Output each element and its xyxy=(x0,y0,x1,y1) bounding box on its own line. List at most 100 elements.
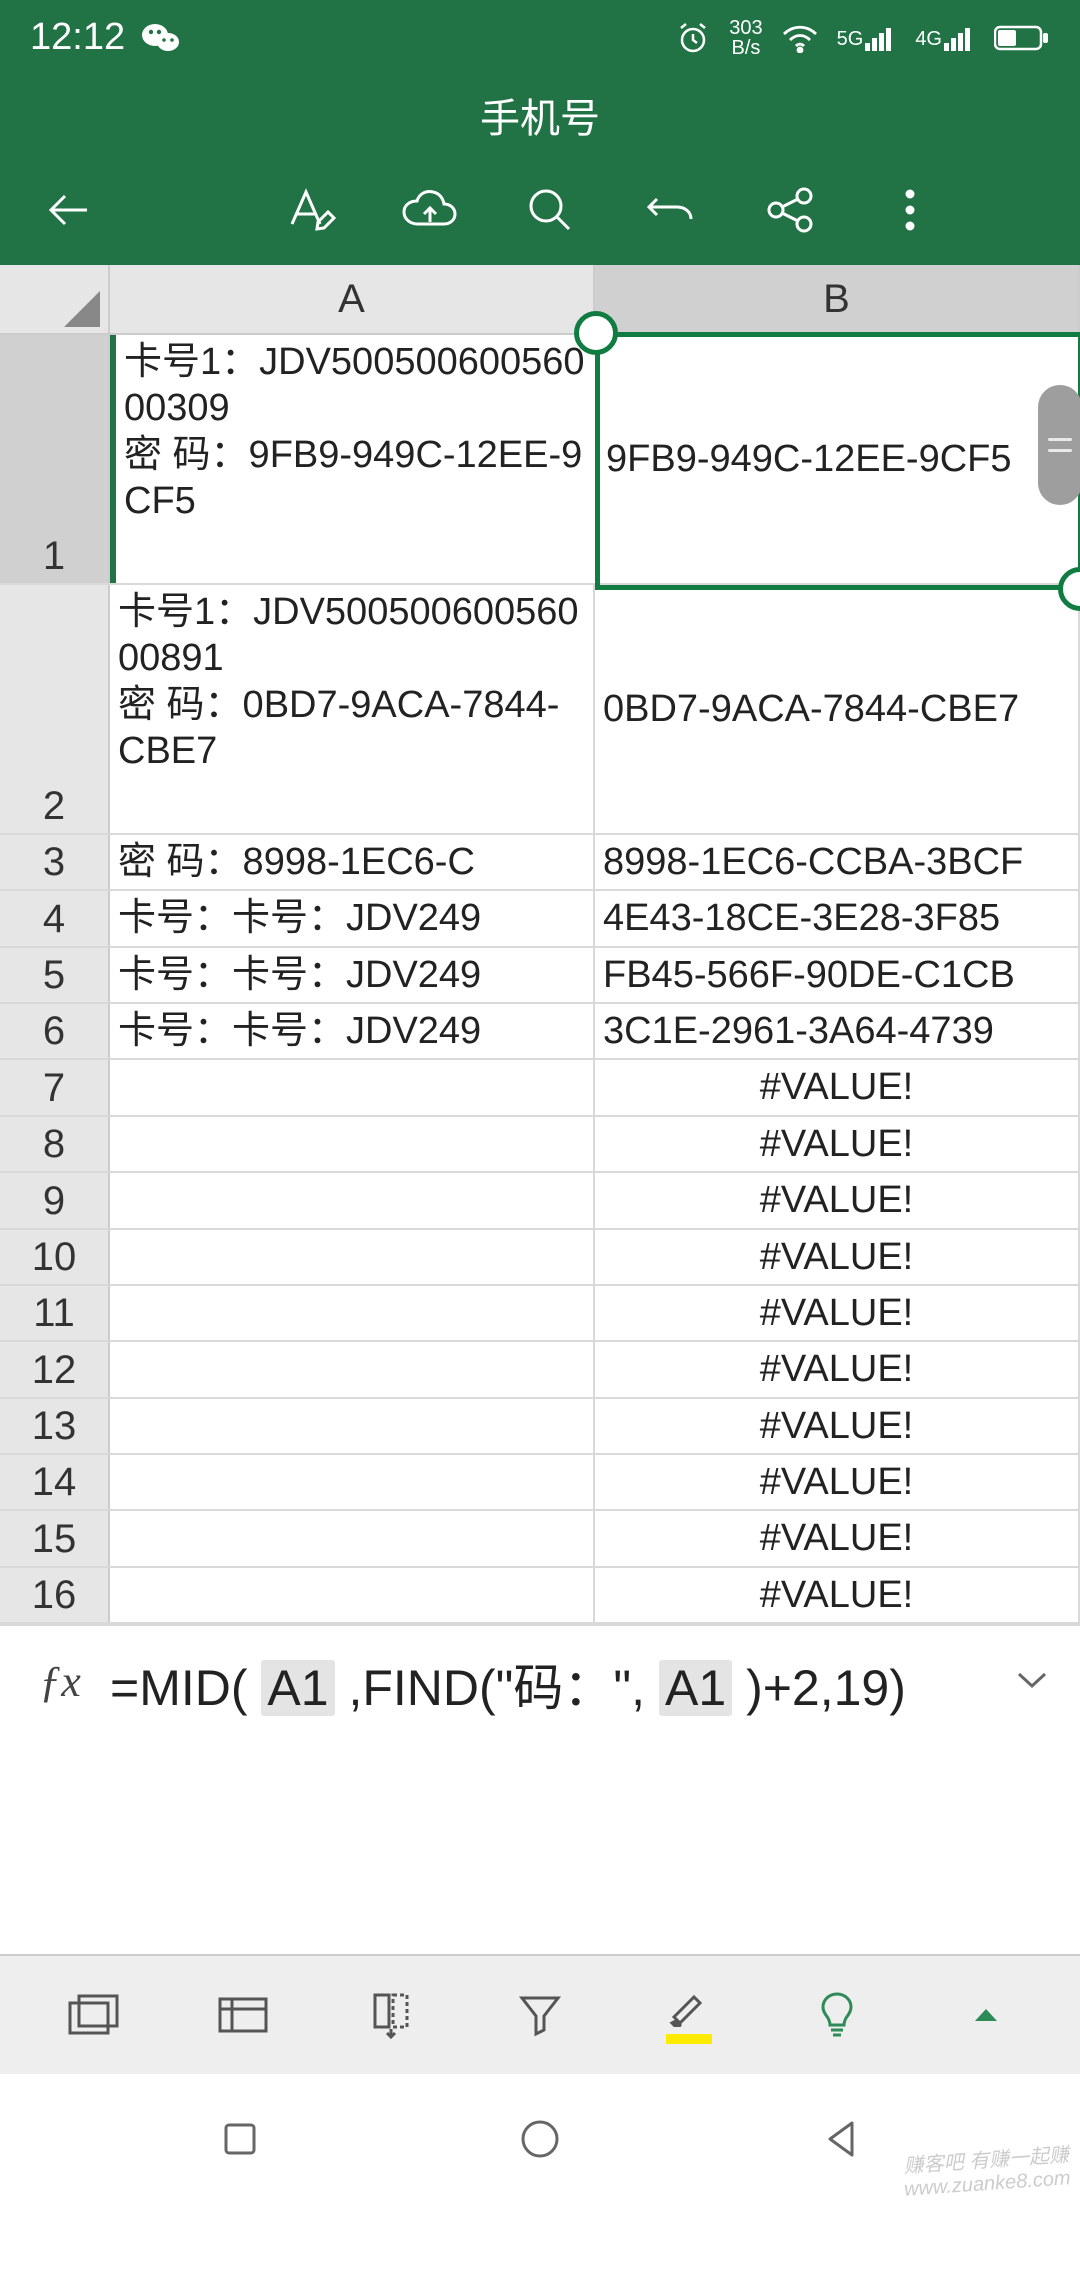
back-button[interactable] xyxy=(10,155,130,265)
table-row: 14 #VALUE! xyxy=(0,1455,1080,1511)
column-header-b[interactable]: B xyxy=(595,265,1080,333)
view-button[interactable] xyxy=(183,1965,303,2065)
cell[interactable]: 卡号1：JDV50050060056000309 密 码：9FB9-949C-1… xyxy=(110,335,598,583)
cell[interactable]: 3C1E-2961-3A64-4739 xyxy=(595,1004,1080,1058)
cell[interactable]: 0BD7-9ACA-7844-CBE7 xyxy=(595,585,1080,833)
expand-up-button[interactable] xyxy=(926,1965,1046,2065)
cell[interactable]: #VALUE! xyxy=(595,1455,1080,1509)
row-header[interactable]: 10 xyxy=(0,1230,110,1284)
cell[interactable]: 密 码：8998-1EC6-C xyxy=(110,835,595,889)
cell[interactable] xyxy=(110,1399,595,1453)
cell[interactable]: #VALUE! xyxy=(595,1286,1080,1340)
row-header[interactable]: 1 xyxy=(0,335,110,583)
cell[interactable]: 9FB9-949C-12EE-9CF5 xyxy=(598,335,1080,583)
cell[interactable]: #VALUE! xyxy=(595,1173,1080,1227)
table-row: 7 #VALUE! xyxy=(0,1060,1080,1116)
undo-button[interactable] xyxy=(610,155,730,265)
row-header[interactable]: 15 xyxy=(0,1511,110,1565)
cell[interactable] xyxy=(110,1173,595,1227)
selection-handle-tl[interactable] xyxy=(574,311,618,355)
column-header-a[interactable]: A xyxy=(110,265,595,333)
cell[interactable]: #VALUE! xyxy=(595,1511,1080,1565)
row-header[interactable]: 12 xyxy=(0,1342,110,1396)
row-header[interactable]: 16 xyxy=(0,1568,110,1622)
table-row: 15 #VALUE! xyxy=(0,1511,1080,1567)
cell[interactable]: FB45-566F-90DE-C1CB xyxy=(595,948,1080,1002)
cell[interactable] xyxy=(110,1568,595,1622)
expand-formula-icon[interactable] xyxy=(1002,1650,1062,1690)
select-all-corner[interactable] xyxy=(0,265,110,333)
nav-back-button[interactable] xyxy=(780,2089,900,2189)
share-button[interactable] xyxy=(730,155,850,265)
more-button[interactable] xyxy=(850,155,970,265)
status-time: 12:12 xyxy=(30,16,125,59)
watermark: 赚客吧 有赚一起赚 www.zuanke8.com xyxy=(902,2138,1072,2202)
fx-label: ƒx xyxy=(10,1650,110,1707)
formula-input[interactable]: =MID( A1 ,FIND("码：", A1 )+2,19) xyxy=(110,1650,1002,1728)
table-row: 5卡号：卡号：JDV249FB45-566F-90DE-C1CB xyxy=(0,948,1080,1004)
highlight-button[interactable] xyxy=(629,1965,749,2065)
scroll-thumb[interactable] xyxy=(1038,385,1080,505)
document-title: 手机号 xyxy=(0,75,1080,155)
cell[interactable]: #VALUE! xyxy=(595,1117,1080,1171)
cell[interactable]: #VALUE! xyxy=(595,1230,1080,1284)
font-edit-button[interactable] xyxy=(250,155,370,265)
table-row: 1卡号1：JDV50050060056000309 密 码：9FB9-949C-… xyxy=(0,335,1080,585)
nav-home-button[interactable] xyxy=(480,2089,600,2189)
table-row: 6卡号：卡号：JDV2493C1E-2961-3A64-4739 xyxy=(0,1004,1080,1060)
cell[interactable]: #VALUE! xyxy=(595,1060,1080,1114)
cell[interactable]: 卡号：卡号：JDV249 xyxy=(110,948,595,1002)
cell[interactable]: #VALUE! xyxy=(595,1568,1080,1622)
row-header[interactable]: 11 xyxy=(0,1286,110,1340)
cell[interactable] xyxy=(110,1342,595,1396)
cell[interactable]: 4E43-18CE-3E28-3F85 xyxy=(595,891,1080,945)
cell[interactable]: 8998-1EC6-CCBA-3BCF xyxy=(595,835,1080,889)
cell[interactable]: 卡号1：JDV50050060056000891 密 码：0BD7-9ACA-7… xyxy=(110,585,595,833)
cell[interactable]: #VALUE! xyxy=(595,1399,1080,1453)
cell[interactable] xyxy=(110,1060,595,1114)
row-header[interactable]: 13 xyxy=(0,1399,110,1453)
insert-column-button[interactable] xyxy=(331,1965,451,2065)
cell[interactable] xyxy=(110,1511,595,1565)
wifi-icon xyxy=(781,23,819,53)
wechat-icon xyxy=(141,20,181,56)
row-header[interactable]: 14 xyxy=(0,1455,110,1509)
cell[interactable] xyxy=(110,1230,595,1284)
battery-icon xyxy=(994,24,1050,52)
row-header[interactable]: 2 xyxy=(0,585,110,833)
cell[interactable]: #VALUE! xyxy=(595,1342,1080,1396)
row-header[interactable]: 7 xyxy=(0,1060,110,1114)
table-row: 3密 码：8998-1EC6-C8998-1EC6-CCBA-3BCF xyxy=(0,835,1080,891)
search-button[interactable] xyxy=(490,155,610,265)
table-row: 9 #VALUE! xyxy=(0,1173,1080,1229)
system-nav-bar: 赚客吧 有赚一起赚 www.zuanke8.com xyxy=(0,2074,1080,2204)
cell[interactable]: 卡号：卡号：JDV249 xyxy=(110,891,595,945)
cloud-upload-button[interactable] xyxy=(370,155,490,265)
signal-5g: 5G xyxy=(837,25,898,51)
table-row: 8 #VALUE! xyxy=(0,1117,1080,1173)
row-header[interactable]: 8 xyxy=(0,1117,110,1171)
sheets-button[interactable] xyxy=(34,1965,154,2065)
filter-button[interactable] xyxy=(480,1965,600,2065)
table-row: 16 #VALUE! xyxy=(0,1568,1080,1624)
table-row: 13 #VALUE! xyxy=(0,1399,1080,1455)
signal-4g: 4G xyxy=(915,25,976,51)
table-row: 12 #VALUE! xyxy=(0,1342,1080,1398)
cell[interactable] xyxy=(110,1286,595,1340)
row-header[interactable]: 3 xyxy=(0,835,110,889)
column-headers: A B xyxy=(0,265,1080,335)
cell[interactable]: 卡号：卡号：JDV249 xyxy=(110,1004,595,1058)
table-row: 2卡号1：JDV50050060056000891 密 码：0BD7-9ACA-… xyxy=(0,585,1080,835)
row-header[interactable]: 5 xyxy=(0,948,110,1002)
row-header[interactable]: 6 xyxy=(0,1004,110,1058)
table-row: 11 #VALUE! xyxy=(0,1286,1080,1342)
cell[interactable] xyxy=(110,1455,595,1509)
spreadsheet-grid[interactable]: 1卡号1：JDV50050060056000309 密 码：9FB9-949C-… xyxy=(0,335,1080,1624)
row-header[interactable]: 9 xyxy=(0,1173,110,1227)
nav-recent-button[interactable] xyxy=(180,2089,300,2189)
cell[interactable] xyxy=(110,1117,595,1171)
formula-bar[interactable]: ƒx =MID( A1 ,FIND("码：", A1 )+2,19) xyxy=(0,1624,1080,1954)
ideas-button[interactable] xyxy=(777,1965,897,2065)
status-bar: 12:12 303B/s 5G 4G xyxy=(0,0,1080,75)
row-header[interactable]: 4 xyxy=(0,891,110,945)
